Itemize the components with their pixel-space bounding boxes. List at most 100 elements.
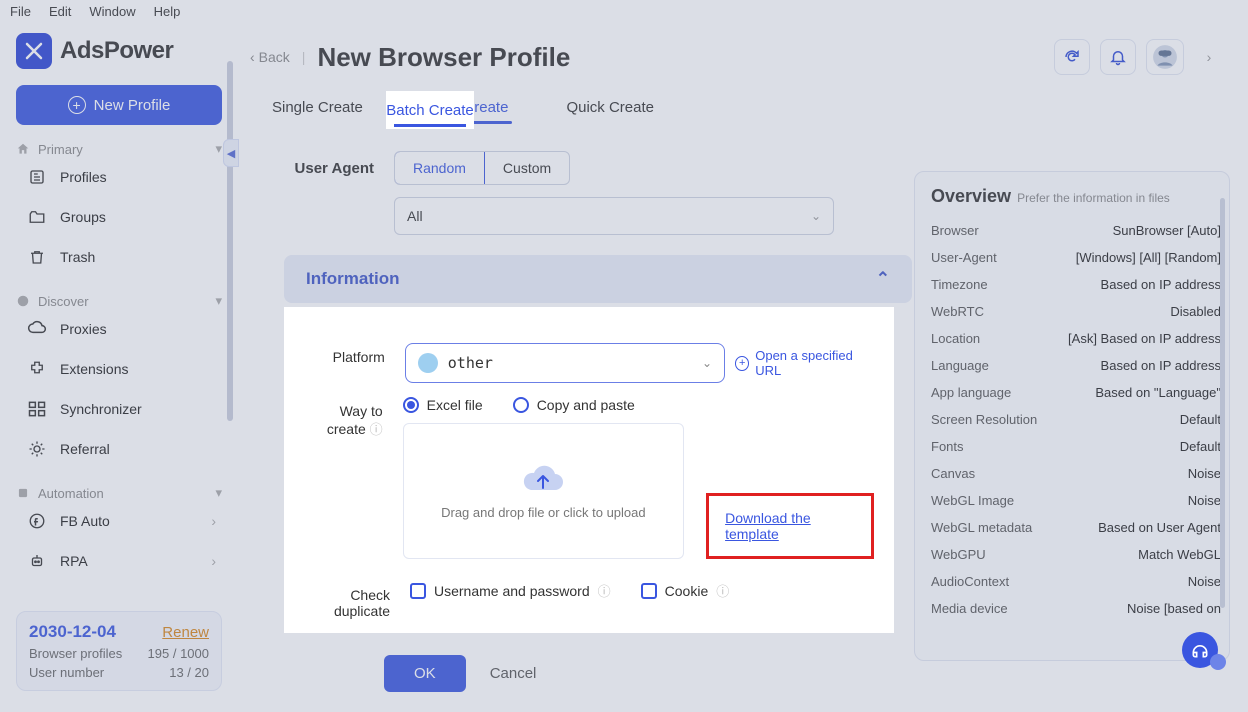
batch-create-card: Platform other ⌄ + Open a specified URL … xyxy=(284,307,894,633)
sync-icon xyxy=(26,398,48,420)
info-icon: ⓘ xyxy=(716,581,729,600)
way-to-create-label: Way to create ⓘ xyxy=(300,397,383,438)
info-icon: ⓘ xyxy=(370,422,383,437)
menu-help[interactable]: Help xyxy=(154,4,181,19)
user-agent-toggle: Random Custom xyxy=(394,151,570,185)
sidebar-item-rpa[interactable]: RPA › xyxy=(16,541,222,581)
menu-edit[interactable]: Edit xyxy=(49,4,71,19)
check-duplicate-label: Check duplicate xyxy=(300,581,390,619)
overview-row: App languageBased on "Language" xyxy=(931,379,1221,406)
new-profile-label: New Profile xyxy=(94,97,171,114)
page-title: New Browser Profile xyxy=(317,42,570,73)
check-cookie[interactable]: Cookieⓘ xyxy=(641,581,730,600)
sidebar-scrollbar[interactable] xyxy=(227,61,233,421)
overview-row: AudioContextNoise xyxy=(931,568,1221,595)
sidebar-item-groups[interactable]: Groups xyxy=(16,197,222,237)
sidebar-item-synchronizer[interactable]: Synchronizer xyxy=(16,389,222,429)
platform-select[interactable]: other ⌄ xyxy=(405,343,725,383)
overview-row: Media deviceNoise [based on xyxy=(931,595,1221,622)
overview-row: FontsDefault xyxy=(931,433,1221,460)
plus-icon: + xyxy=(735,356,749,371)
overview-row: CanvasNoise xyxy=(931,460,1221,487)
platform-label: Platform xyxy=(300,343,385,365)
sidebar-item-profiles[interactable]: Profiles xyxy=(16,157,222,197)
ua-random[interactable]: Random xyxy=(394,151,485,185)
fbauto-icon xyxy=(26,510,48,532)
user-agent-label: User Agent xyxy=(284,160,374,177)
overview-row: LanguageBased on IP address xyxy=(931,352,1221,379)
help-fab-badge xyxy=(1210,654,1226,670)
referral-icon xyxy=(26,438,48,460)
cancel-button[interactable]: Cancel xyxy=(490,665,537,682)
logo-text: AdsPower xyxy=(60,37,173,65)
forward-button[interactable]: › xyxy=(1194,39,1224,75)
trash-icon xyxy=(26,246,48,268)
sidebar-item-referral[interactable]: Referral xyxy=(16,429,222,469)
tab-quick-create[interactable]: Quick Create xyxy=(552,89,668,128)
section-automation[interactable]: Automation▾ xyxy=(16,485,222,501)
extensions-icon xyxy=(26,358,48,380)
radio-excel-file[interactable]: Excel file xyxy=(403,397,483,413)
open-specified-url-link[interactable]: + Open a specified URL xyxy=(735,348,874,378)
ua-version-select[interactable]: All ⌄ xyxy=(394,197,834,235)
overview-panel: Overview Prefer the information in files… xyxy=(914,171,1230,661)
groups-icon xyxy=(26,206,48,228)
check-username-password[interactable]: Username and passwordⓘ xyxy=(410,581,611,600)
sidebar: AdsPower + New Profile ◀ Primary▾ Profil… xyxy=(0,23,238,711)
tab-single-create[interactable]: Single Create xyxy=(258,89,377,128)
sidebar-item-trash[interactable]: Trash xyxy=(16,237,222,277)
download-template-highlight: Download the template xyxy=(706,493,874,559)
info-icon: ⓘ xyxy=(598,581,611,600)
overview-title: Overview xyxy=(931,186,1011,207)
chevron-down-icon: ⌄ xyxy=(702,356,712,370)
information-section-header[interactable]: Information ⌃ xyxy=(284,255,912,303)
refresh-button[interactable] xyxy=(1054,39,1090,75)
sidebar-item-proxies[interactable]: Proxies xyxy=(16,309,222,349)
chevron-up-icon: ⌃ xyxy=(876,269,890,289)
sidebar-collapse-handle[interactable]: ◀ xyxy=(223,139,239,167)
overview-scrollbar[interactable] xyxy=(1220,198,1225,608)
ua-custom[interactable]: Custom xyxy=(485,152,569,184)
section-primary[interactable]: Primary▾ xyxy=(16,141,222,157)
radio-copy-paste[interactable]: Copy and paste xyxy=(513,397,635,413)
menubar: File Edit Window Help xyxy=(0,0,1248,23)
menu-window[interactable]: Window xyxy=(89,4,135,19)
plan-card: 2030-12-04 Renew Browser profiles195 / 1… xyxy=(16,611,222,691)
proxies-icon xyxy=(26,318,48,340)
section-discover[interactable]: Discover▾ xyxy=(16,293,222,309)
chevron-right-icon: › xyxy=(211,553,216,569)
overview-row: WebRTCDisabled xyxy=(931,298,1221,325)
overview-row: TimezoneBased on IP address xyxy=(931,271,1221,298)
overview-row: Location[Ask] Based on IP address xyxy=(931,325,1221,352)
logo-icon xyxy=(16,33,52,69)
cloud-upload-icon xyxy=(521,462,565,499)
new-profile-button[interactable]: + New Profile xyxy=(16,85,222,125)
plan-date: 2030-12-04 xyxy=(29,622,116,642)
overview-row: User-Agent[Windows] [All] [Random] xyxy=(931,244,1221,271)
rpa-icon xyxy=(26,550,48,572)
chevron-down-icon: ⌄ xyxy=(811,209,821,223)
notification-button[interactable] xyxy=(1100,39,1136,75)
menu-file[interactable]: File xyxy=(10,4,31,19)
ok-button[interactable]: OK xyxy=(384,655,466,692)
profiles-icon xyxy=(26,166,48,188)
sidebar-item-extensions[interactable]: Extensions xyxy=(16,349,222,389)
logo: AdsPower xyxy=(16,33,222,69)
file-upload-dropzone[interactable]: Drag and drop file or click to upload xyxy=(403,423,684,559)
plus-icon: + xyxy=(68,96,86,114)
overview-row: WebGL ImageNoise xyxy=(931,487,1221,514)
sidebar-item-fbauto[interactable]: FB Auto › xyxy=(16,501,222,541)
renew-link[interactable]: Renew xyxy=(162,624,209,641)
chevron-right-icon: › xyxy=(211,513,216,529)
download-template-link[interactable]: Download the template xyxy=(725,510,811,542)
overview-row: WebGPUMatch WebGL xyxy=(931,541,1221,568)
overview-hint: Prefer the information in files xyxy=(1017,191,1170,205)
platform-value: other xyxy=(448,354,493,372)
platform-icon xyxy=(418,353,438,373)
tab-batch-create-highlight[interactable]: Batch Create xyxy=(386,91,474,129)
overview-row: BrowserSunBrowser [Auto] xyxy=(931,217,1221,244)
back-link[interactable]: ‹ Back xyxy=(250,49,290,65)
overview-row: WebGL metadataBased on User Agent xyxy=(931,514,1221,541)
avatar-button[interactable] xyxy=(1146,39,1184,75)
overview-row: Screen ResolutionDefault xyxy=(931,406,1221,433)
